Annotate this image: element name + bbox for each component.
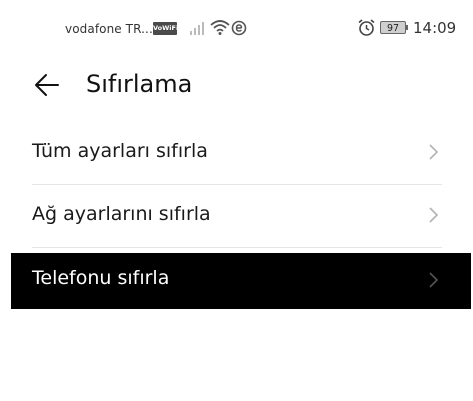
alarm-icon (358, 19, 375, 36)
menu-item-label: Ağ ayarlarını sıfırla (32, 203, 211, 225)
status-bar: vodafone TR... VoWiFi 97 14:09 (0, 0, 473, 58)
page-title: Sıfırlama (86, 70, 193, 98)
back-arrow-icon[interactable] (34, 72, 60, 98)
wifi-icon (210, 20, 230, 35)
chevron-right-icon (429, 207, 439, 223)
signal-icon (190, 22, 204, 35)
menu-item-reset-network-settings[interactable]: Ağ ayarlarını sıfırla (0, 185, 473, 247)
vowifi-badge: VoWiFi (153, 22, 178, 35)
header (0, 60, 473, 110)
menu-item-label: Telefonu sıfırla (32, 267, 170, 289)
battery-tip (406, 25, 408, 30)
chevron-right-icon (429, 272, 439, 288)
data-saver-icon (231, 20, 247, 36)
clock: 14:09 (413, 19, 457, 37)
chevron-right-icon (429, 144, 439, 160)
divider (32, 247, 442, 248)
battery-icon: 97 (380, 21, 406, 34)
menu-item-reset-all-settings[interactable]: Tüm ayarları sıfırla (0, 122, 473, 184)
menu-item-label: Tüm ayarları sıfırla (32, 140, 208, 162)
carrier-name: vodafone TR... (65, 22, 153, 36)
menu-item-reset-phone[interactable]: Telefonu sıfırla (11, 253, 471, 309)
